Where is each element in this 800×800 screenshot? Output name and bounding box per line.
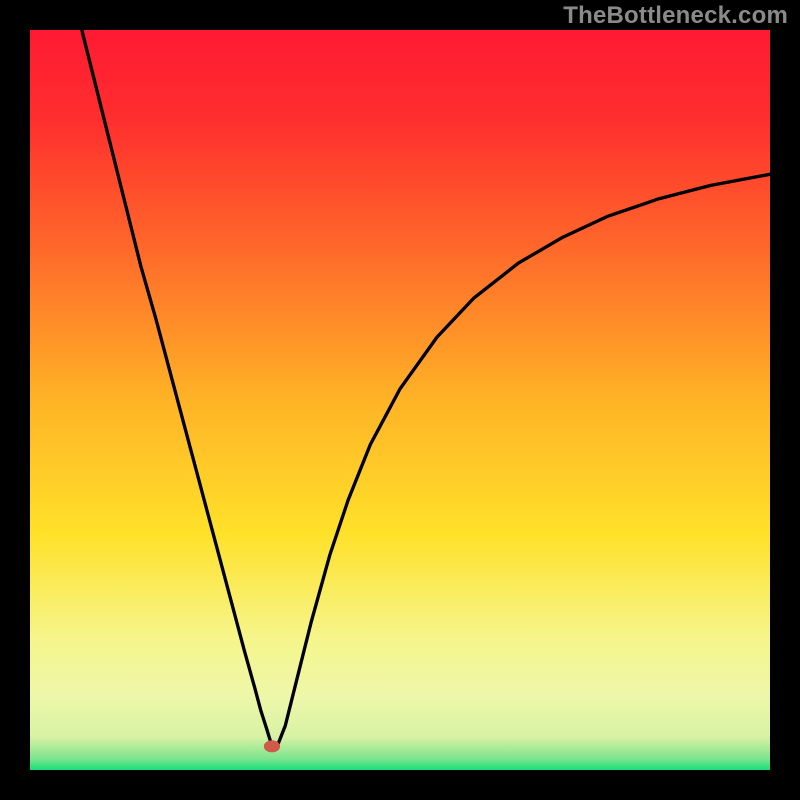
chart-background — [30, 30, 770, 770]
chart-canvas — [30, 30, 770, 770]
watermark-text: TheBottleneck.com — [563, 2, 788, 30]
marker-dot — [264, 740, 280, 752]
chart-frame: TheBottleneck.com — [0, 0, 800, 800]
